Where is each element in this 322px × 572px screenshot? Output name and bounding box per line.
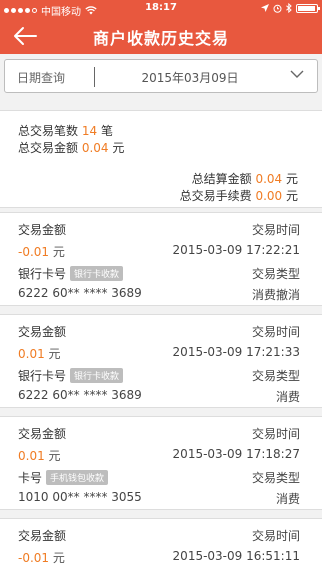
transaction-card[interactable]: 交易金额 交易时间 -0.01 元 2015-03-09 16:51:11 — [0, 518, 322, 572]
nav-bar: 商户收款历史交易 — [0, 18, 322, 54]
total-amount-value: 0.04 — [81, 141, 109, 155]
card-label-row: 卡号 手机钱包收款 — [18, 469, 109, 486]
total-fee-label: 总交易手续费 — [179, 189, 252, 203]
amount-unit: 元 — [48, 449, 61, 463]
amount-label: 交易金额 — [18, 223, 67, 237]
amount-unit: 元 — [48, 347, 61, 361]
card-label: 银行卡号 — [18, 267, 67, 281]
battery-level — [298, 5, 316, 11]
date-filter-label: 日期查询 — [17, 71, 66, 85]
amount-row: 0.01 元 — [18, 447, 61, 464]
card-label: 银行卡号 — [18, 369, 67, 383]
total-settle-row: 总结算金额 0.04 元 — [192, 170, 298, 187]
amount-unit: 元 — [52, 551, 65, 565]
total-fee-row: 总交易手续费 0.00 元 — [180, 187, 298, 204]
card-label-row: 银行卡号 银行卡收款 — [18, 265, 124, 282]
amount-value: 0.01 — [18, 347, 45, 361]
total-settle-label: 总结算金额 — [191, 172, 252, 186]
type-value: 消费 — [275, 390, 300, 404]
total-settle-value: 0.04 — [255, 172, 283, 186]
card-label: 卡号 — [18, 471, 43, 485]
total-count-value: 14 — [81, 124, 98, 138]
bluetooth-icon — [286, 3, 292, 13]
type-value: 消费撤消 — [251, 288, 300, 302]
amount-label: 交易金额 — [18, 325, 67, 339]
amount-unit: 元 — [52, 245, 65, 259]
amount-row: 0.01 元 — [18, 345, 61, 362]
type-label: 交易类型 — [251, 471, 300, 485]
total-count-unit: 笔 — [100, 124, 113, 138]
card-number: 1010 00** **** 3055 — [18, 490, 142, 504]
channel-tag: 银行卡收款 — [70, 266, 124, 281]
battery-icon — [296, 3, 320, 13]
amount-label: 交易金额 — [18, 529, 67, 543]
time-label: 交易时间 — [251, 223, 300, 237]
total-settle-unit: 元 — [285, 172, 298, 186]
location-arrow-icon — [261, 4, 269, 12]
transaction-card[interactable]: 交易金额 交易时间 -0.01 元 2015-03-09 17:22:21 银行… — [0, 212, 322, 306]
summary-panel: 总交易笔数 14 笔 总交易金额 0.04 元 总结算金额 0.04 元 总交易… — [0, 110, 322, 208]
transaction-card[interactable]: 交易金额 交易时间 0.01 元 2015-03-09 17:18:27 卡号手… — [0, 416, 322, 510]
total-amount-label: 总交易金额 — [18, 141, 79, 155]
channel-tag: 手机钱包收款 — [46, 470, 109, 485]
type-label: 交易类型 — [251, 267, 300, 281]
page-title: 商户收款历史交易 — [92, 29, 229, 48]
time-label: 交易时间 — [251, 529, 300, 543]
time-label: 交易时间 — [251, 427, 300, 441]
amount-row: -0.01 元 — [18, 549, 65, 566]
type-label: 交易类型 — [251, 369, 300, 383]
date-picker[interactable]: 日期查询 2015年03月09日 — [4, 59, 318, 93]
alarm-clock-icon — [273, 4, 282, 13]
amount-row: -0.01 元 — [18, 243, 65, 260]
amount-value: 0.01 — [18, 449, 45, 463]
amount-label: 交易金额 — [18, 427, 67, 441]
time-label: 交易时间 — [251, 325, 300, 339]
total-count-row: 总交易笔数 14 笔 — [18, 122, 113, 139]
time-value: 2015-03-09 17:21:33 — [172, 345, 300, 359]
card-label-row: 银行卡号 银行卡收款 — [18, 367, 124, 384]
transaction-card[interactable]: 交易金额 交易时间 0.01 元 2015-03-09 17:21:33 银行卡… — [0, 314, 322, 408]
time-value: 2015-03-09 17:22:21 — [172, 243, 300, 257]
status-bar: 中国移动 18:17 — [0, 0, 322, 18]
total-amount-row: 总交易金额 0.04 元 — [18, 139, 124, 156]
total-count-label: 总交易笔数 — [18, 124, 79, 138]
chevron-down-icon[interactable] — [290, 70, 304, 79]
total-fee-unit: 元 — [285, 189, 298, 203]
amount-value: -0.01 — [18, 551, 50, 565]
type-value: 消费 — [275, 492, 300, 506]
amount-value: -0.01 — [18, 245, 50, 259]
channel-tag: 银行卡收款 — [70, 368, 124, 383]
total-amount-unit: 元 — [112, 141, 125, 155]
card-number: 6222 60** **** 3689 — [18, 286, 142, 300]
time-value: 2015-03-09 17:18:27 — [172, 447, 300, 461]
date-value: 2015年03月09日 — [141, 71, 239, 85]
card-number: 6222 60** **** 3689 — [18, 388, 142, 402]
time-value: 2015-03-09 16:51:11 — [172, 549, 300, 563]
status-right — [261, 3, 320, 13]
total-fee-value: 0.00 — [255, 189, 283, 203]
